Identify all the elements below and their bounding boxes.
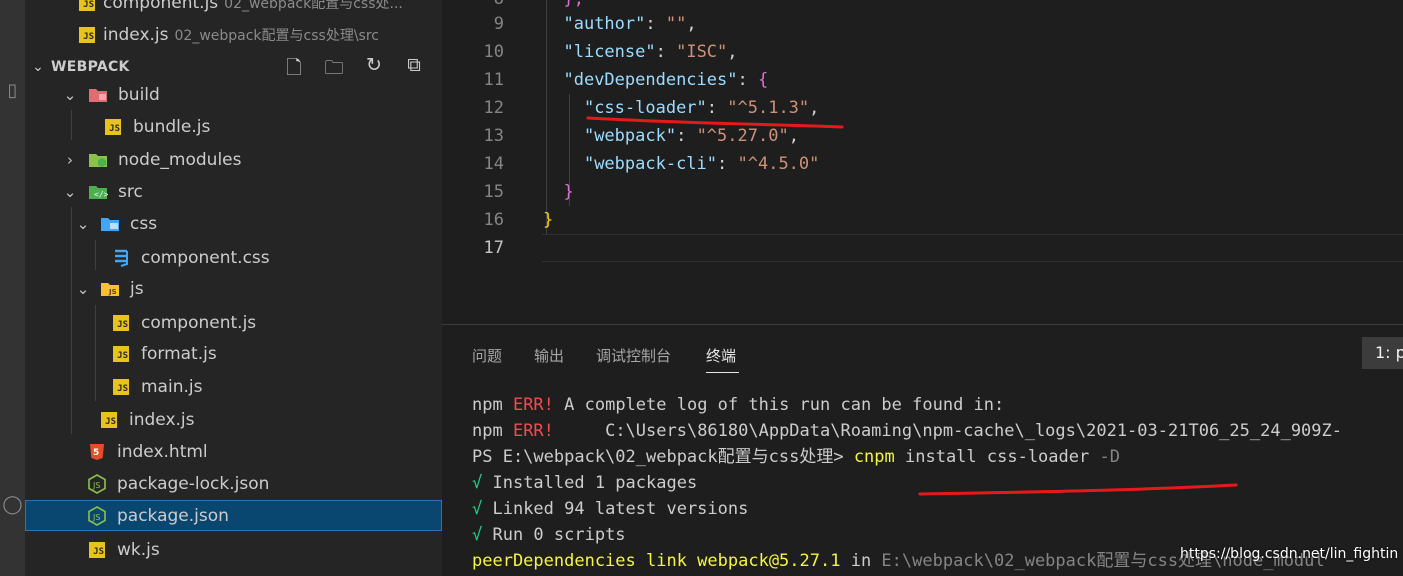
tree-file-wk-js[interactable]: JS wk.js <box>25 534 442 565</box>
watermark-text: https://blog.csdn.net/lin_fightin <box>1180 546 1399 562</box>
js-file-icon: JS <box>79 27 95 43</box>
tree-label: component.css <box>141 247 270 268</box>
tree-label: wk.js <box>117 539 160 560</box>
chevron-down-icon: ⌄ <box>63 182 77 201</box>
account-icon[interactable]: ◯ <box>0 494 25 524</box>
svg-text:JS: JS <box>108 288 117 296</box>
tree-folder-node-modules[interactable]: › node_modules <box>25 144 442 175</box>
tree-file-main-js[interactable]: JS main.js <box>25 371 442 402</box>
folder-build-icon <box>88 85 108 105</box>
bottom-panel: 问题 输出 调试控制台 终端 1: p npm ERR! A complete … <box>442 324 1403 576</box>
tree-file-package-json[interactable]: JS package.json <box>25 500 442 531</box>
tree-folder-build[interactable]: ⌄ build <box>25 79 442 110</box>
open-editor-item[interactable]: JS component.js 02_webpack配置与css处... <box>25 0 442 18</box>
svg-text:5: 5 <box>93 448 99 458</box>
tree-file-bundle-js[interactable]: JS bundle.js <box>25 111 442 142</box>
js-file-icon: JS <box>103 117 123 137</box>
chevron-down-icon: ⌄ <box>76 214 90 233</box>
activity-bar: ▯ ◯ <box>0 0 25 576</box>
run-debug-icon[interactable]: ▯ <box>0 80 25 110</box>
svg-text:JS: JS <box>92 481 100 490</box>
js-file-icon: JS <box>111 313 131 333</box>
folder-src-icon: </> <box>88 182 108 202</box>
tree-folder-src[interactable]: ⌄ </> src <box>25 176 442 207</box>
open-editor-desc: 02_webpack配置与css处... <box>224 0 403 12</box>
folder-css-icon <box>100 214 120 234</box>
tree-label: bundle.js <box>133 116 211 137</box>
tree-label: js <box>130 278 144 299</box>
tree-file-component-css[interactable]: component.css <box>25 242 442 273</box>
tree-file-component-js[interactable]: JS component.js <box>25 307 442 338</box>
open-editor-desc: 02_webpack配置与css处理\src <box>174 28 379 44</box>
tree-file-index-html[interactable]: 5 index.html <box>25 436 442 467</box>
chevron-down-icon: ⌄ <box>76 279 90 298</box>
js-file-icon: JS <box>99 410 119 430</box>
tree-folder-css[interactable]: ⌄ css <box>25 208 442 239</box>
code-editor[interactable]: 8 9 10 11 12 13 14 15 16 17 }, "author":… <box>442 0 1403 324</box>
nodejs-file-icon: JS <box>87 473 107 494</box>
open-editor-item[interactable]: JS index.js 02_webpack配置与css处理\src <box>25 20 442 50</box>
open-editor-label: index.js <box>103 25 169 45</box>
chevron-right-icon: › <box>67 150 73 169</box>
tree-file-format-js[interactable]: JS format.js <box>25 338 442 369</box>
tree-label: main.js <box>141 376 203 397</box>
red-underline-annotation <box>918 483 1238 496</box>
tree-file-index-js[interactable]: JS index.js <box>25 404 442 435</box>
svg-text:JS: JS <box>92 513 100 522</box>
tree-label: node_modules <box>118 149 242 170</box>
js-file-icon: JS <box>79 0 95 11</box>
folder-node-icon <box>88 150 108 170</box>
explorer-sidebar: JS component.js 02_webpack配置与css处... JS … <box>25 0 442 576</box>
red-underline-annotation <box>586 116 844 129</box>
tree-label: package.json <box>117 505 229 526</box>
tree-label: css <box>130 213 158 234</box>
folder-js-icon: JS <box>100 279 120 299</box>
tree-label: package-lock.json <box>117 473 270 494</box>
tree-label: format.js <box>141 343 217 364</box>
chevron-down-icon: ⌄ <box>63 85 77 104</box>
js-file-icon: JS <box>111 377 131 397</box>
workspace-title: WEBPACK <box>51 59 130 75</box>
js-file-icon: JS <box>87 540 107 560</box>
css-file-icon <box>111 248 131 268</box>
html-file-icon: 5 <box>87 442 107 462</box>
open-editor-label: component.js <box>103 0 219 13</box>
js-file-icon: JS <box>111 344 131 364</box>
tree-folder-js[interactable]: ⌄ JS js <box>25 273 442 304</box>
tree-label: component.js <box>141 312 257 333</box>
tree-label: index.html <box>117 441 208 462</box>
tree-label: build <box>118 84 160 105</box>
svg-text:</>: </> <box>94 190 108 199</box>
workspace-section-header[interactable]: ⌄ WEBPACK 🗋 🗀 ↻ ⧉ <box>25 52 442 82</box>
tree-file-package-lock-json[interactable]: JS package-lock.json <box>25 468 442 499</box>
tree-label: src <box>118 181 143 202</box>
chevron-down-icon: ⌄ <box>32 59 44 75</box>
tree-label: index.js <box>129 409 195 430</box>
nodejs-file-icon: JS <box>87 505 107 526</box>
